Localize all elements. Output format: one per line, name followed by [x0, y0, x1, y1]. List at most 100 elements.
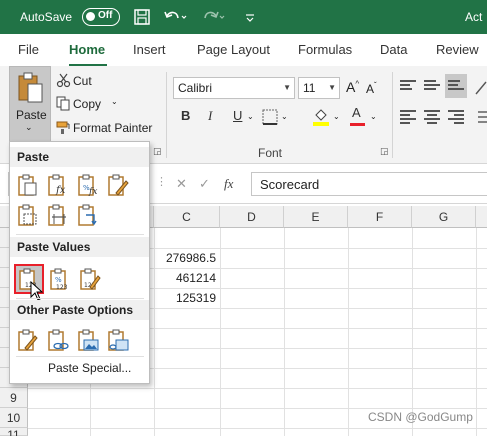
paste-linked-picture-icon[interactable]	[106, 328, 130, 352]
paste-formulas-icon[interactable]: fx	[46, 173, 70, 197]
align-right-icon[interactable]	[448, 110, 464, 124]
gridline	[28, 388, 487, 389]
gridline	[348, 228, 349, 436]
tab-review[interactable]: Review	[436, 42, 479, 57]
tab-insert[interactable]: Insert	[133, 42, 166, 57]
column-header-d[interactable]: D	[220, 206, 284, 228]
align-left-icon[interactable]	[400, 110, 416, 124]
font-size-combo[interactable]: 11 ▼	[298, 77, 340, 99]
font-launcher-icon[interactable]: ◲	[380, 146, 389, 157]
watermark: CSDN @GodGump	[368, 410, 473, 424]
ribbon-tabs: File Home Insert Page Layout Formulas Da…	[0, 34, 487, 66]
paste-label: Paste	[16, 108, 47, 122]
font-color-dropdown-icon[interactable]: ⌄	[370, 112, 377, 121]
bold-button[interactable]: B	[181, 108, 190, 123]
align-top-icon[interactable]	[400, 80, 416, 94]
redo-icon[interactable]	[200, 7, 226, 27]
column-header-e[interactable]: E	[284, 206, 348, 228]
tab-file[interactable]: File	[18, 42, 39, 57]
underline-dropdown-icon[interactable]: ⌄	[247, 112, 254, 121]
column-header-c[interactable]: C	[154, 206, 220, 228]
tab-formulas[interactable]: Formulas	[298, 42, 352, 57]
tab-data[interactable]: Data	[380, 42, 407, 57]
font-color-swatch	[350, 123, 365, 126]
paste-no-borders-icon[interactable]	[16, 203, 40, 227]
gridline	[28, 408, 487, 409]
fill-color-icon[interactable]	[312, 107, 330, 127]
paste-keep-source-formatting-icon[interactable]	[106, 173, 130, 197]
align-bottom-icon	[448, 80, 464, 94]
paste-options-menu: Paste fx % fx Paste Values % 123 123 Oth…	[9, 141, 150, 384]
paste-link-icon[interactable]	[46, 328, 70, 352]
align-bottom-button[interactable]	[445, 74, 467, 98]
underline-button[interactable]: U	[233, 108, 242, 123]
align-middle-icon[interactable]	[424, 80, 440, 94]
clipboard-launcher-icon[interactable]: ◲	[153, 146, 162, 157]
copy-label: Copy	[73, 97, 102, 111]
column-header-g[interactable]: G	[412, 206, 476, 228]
autosave-label: AutoSave	[20, 10, 73, 24]
column-header-f[interactable]: F	[348, 206, 412, 228]
toggle-knob	[86, 12, 95, 21]
format-painter-icon	[56, 121, 70, 134]
paste-special-menu-item[interactable]: Paste Special...	[48, 361, 131, 375]
window-title: Act	[465, 10, 483, 24]
cancel-formula-button[interactable]: ✕	[176, 176, 187, 192]
svg-text:fx: fx	[55, 185, 66, 196]
autosave-state: Off	[98, 10, 113, 21]
menu-divider	[16, 234, 144, 235]
values-badge: 123	[56, 284, 68, 291]
tab-page-layout[interactable]: Page Layout	[197, 42, 270, 57]
paste-transpose-icon[interactable]	[76, 203, 100, 227]
borders-icon[interactable]	[262, 109, 278, 125]
increase-font-size-button[interactable]: A^	[346, 79, 359, 95]
row-header-11[interactable]: 11	[0, 428, 28, 436]
autosave-toggle[interactable]: Off	[82, 8, 120, 26]
column-header-h[interactable]	[476, 206, 487, 228]
save-icon[interactable]	[133, 7, 151, 27]
gridline	[220, 228, 221, 436]
font-size-value: 11	[303, 81, 316, 95]
gridline	[284, 228, 285, 436]
tab-home[interactable]: Home	[69, 42, 105, 57]
paste-dropdown-icon: ⌄	[25, 122, 33, 132]
borders-dropdown-icon[interactable]: ⌄	[281, 112, 288, 121]
font-name-combo[interactable]: Calibri ▼	[173, 77, 295, 99]
decrease-font-size-button[interactable]: Aˇ	[366, 81, 377, 96]
formula-content: Scorecard	[260, 177, 320, 192]
paste-keep-column-widths-icon[interactable]	[46, 203, 70, 227]
row-header-9[interactable]: 9	[0, 388, 28, 408]
paste-icon[interactable]	[16, 173, 40, 197]
align-center-icon[interactable]	[424, 110, 440, 124]
paste-values-number-formatting-icon[interactable]: % 123	[48, 267, 72, 291]
undo-icon[interactable]	[162, 7, 188, 27]
copy-dropdown-icon[interactable]: ⌄	[111, 97, 118, 106]
italic-button[interactable]: I	[208, 108, 212, 124]
chevron-down-icon: ▼	[283, 83, 291, 92]
paste-button[interactable]: Paste ⌄	[9, 66, 51, 142]
formula-input[interactable]: Scorecard	[251, 172, 487, 196]
paste-formatting-icon[interactable]	[16, 328, 40, 352]
menu-divider	[16, 298, 144, 299]
font-color-button[interactable]: A	[352, 105, 361, 120]
paste-values-source-formatting-icon[interactable]: 123	[78, 267, 102, 291]
fill-color-dropdown-icon[interactable]: ⌄	[333, 112, 340, 121]
customize-toolbar-icon[interactable]	[244, 7, 256, 27]
scissors-icon	[56, 73, 71, 88]
paste-picture-icon[interactable]	[76, 328, 100, 352]
paste-clipboard-icon	[18, 72, 43, 103]
row-header-10[interactable]: 10	[0, 408, 28, 428]
indent-icon[interactable]	[474, 110, 487, 124]
cell-value[interactable]: 461214	[154, 268, 220, 288]
menu-section-paste-values: Paste Values	[10, 237, 149, 257]
enter-formula-button[interactable]: ✓	[199, 176, 210, 192]
cell-value[interactable]: 125319	[154, 288, 220, 308]
font-name-value: Calibri	[178, 81, 213, 95]
gridline	[412, 228, 413, 436]
paste-formulas-number-formatting-icon[interactable]: % fx	[76, 173, 100, 197]
orientation-icon[interactable]	[474, 80, 487, 96]
copy-icon	[56, 96, 70, 111]
chevron-down-icon: ▼	[328, 83, 336, 92]
cell-value[interactable]: 276986.5	[154, 248, 220, 268]
insert-function-button[interactable]: fx	[224, 176, 233, 192]
